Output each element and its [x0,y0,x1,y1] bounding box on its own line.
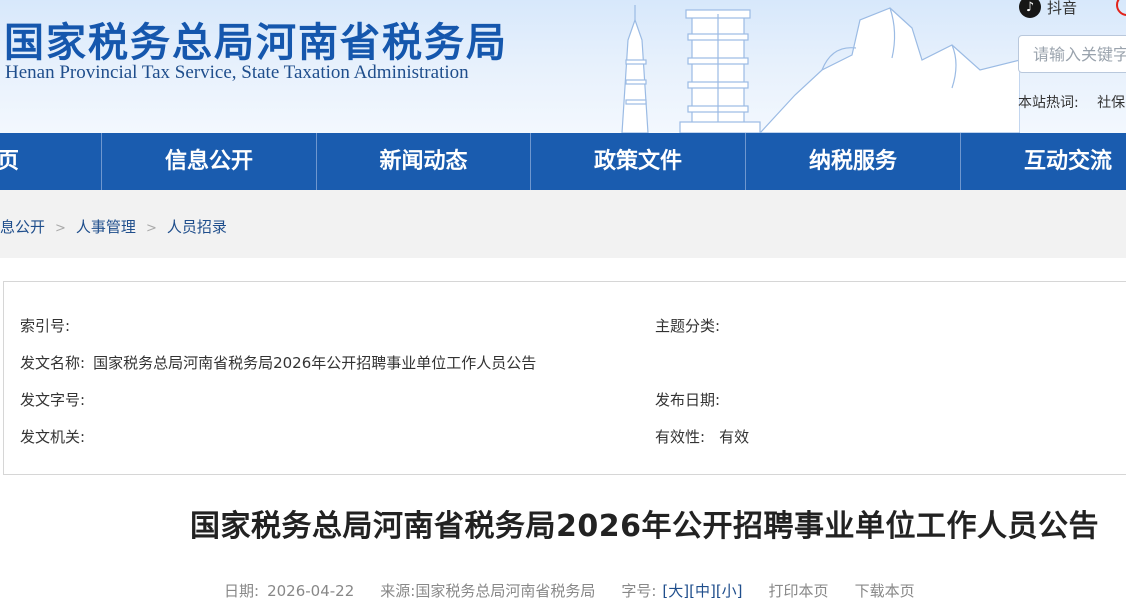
search-input[interactable] [1018,35,1126,73]
nav-news[interactable]: 新闻动态 [317,133,530,190]
breadcrumb-separator: > [145,221,157,236]
site-header: 国家税务总局河南省税务局 Henan Provincial Tax Servic… [0,0,1126,133]
nav-home[interactable]: 首页 [0,133,101,190]
city-skyline-illustration [621,5,1020,133]
font-size-label: 字号: [621,582,657,600]
font-size-large-button[interactable]: [大] [662,582,689,600]
meta-doc-number-label: 发文字号: [20,391,86,409]
download-page-button[interactable]: 下载本页 [855,582,915,600]
breadcrumb-bar: 信息公开 > 人事管理 > 人员招录 [0,190,1126,258]
nav-policy[interactable]: 政策文件 [531,133,745,190]
article-date-label: 日期: [224,582,260,600]
meta-doc-name: 发文名称: 国家税务总局河南省税务局2026年公开招聘事业单位工作人员公告 [20,352,536,373]
meta-publish-date-label: 发布日期: [655,391,721,409]
breadcrumb: 信息公开 > 人事管理 > 人员招录 [0,216,227,237]
meta-validity: 有效性: 有效 [655,426,749,447]
meta-issuer-label: 发文机关: [20,428,86,446]
douyin-icon: ♪ [1019,0,1041,18]
font-size-medium-button[interactable]: [中] [689,582,716,600]
meta-validity-label: 有效性: [655,428,706,446]
nav-tax-service[interactable]: 纳税服务 [746,133,960,190]
hot-word-item[interactable]: 社保 [1097,95,1125,111]
article-info-bar: 日期: 2026-04-22 来源:国家税务总局河南省税务局 字号: [大][中][小]… [224,580,915,601]
nav-interaction[interactable]: 互动交流 [961,133,1126,190]
weibo-icon[interactable] [1116,0,1126,16]
meta-index-label: 索引号: [20,317,71,335]
meta-doc-name-value: 国家税务总局河南省税务局2026年公开招聘事业单位工作人员公告 [93,354,537,372]
douyin-label: 抖音 [1047,0,1078,17]
site-subtitle: Henan Provincial Tax Service, State Taxa… [5,62,469,83]
article-source-value: 国家税务总局河南省税务局 [415,582,596,600]
breadcrumb-info-disclosure[interactable]: 信息公开 [0,218,45,236]
hot-words: 本站热词: 社保 [1018,92,1125,112]
breadcrumb-separator: > [55,221,66,236]
breadcrumb-personnel[interactable]: 人事管理 [76,218,136,236]
meta-issuer: 发文机关: [20,426,93,447]
meta-validity-value: 有效 [719,428,750,446]
article-title: 国家税务总局河南省税务局2026年公开招聘事业单位工作人员公告 [190,509,1099,544]
main-nav: 首页 信息公开 新闻动态 政策文件 纳税服务 互动交流 [0,133,1126,190]
meta-topic: 主题分类: [655,315,728,336]
article-source-label: 来源: [380,582,416,600]
print-page-button[interactable]: 打印本页 [769,582,829,600]
douyin-link[interactable]: ♪ 抖音 [1019,0,1077,18]
document-meta-box: 索引号: 主题分类: 发文名称: 国家税务总局河南省税务局2026年公开招聘事业单… [3,281,1126,475]
font-size-small-button[interactable]: [小] [716,582,743,600]
meta-index: 索引号: [20,315,78,336]
breadcrumb-recruitment[interactable]: 人员招录 [167,218,227,236]
article-date-value: 2026-04-22 [267,582,355,600]
hot-words-label: 本站热词: [1018,95,1079,111]
meta-topic-label: 主题分类: [655,317,721,335]
meta-doc-name-label: 发文名称: [20,354,86,372]
site-title[interactable]: 国家税务总局河南省税务局 [4,10,508,68]
nav-info-disclosure[interactable]: 信息公开 [102,133,316,190]
meta-publish-date: 发布日期: [655,389,728,410]
meta-doc-number: 发文字号: [20,389,93,410]
